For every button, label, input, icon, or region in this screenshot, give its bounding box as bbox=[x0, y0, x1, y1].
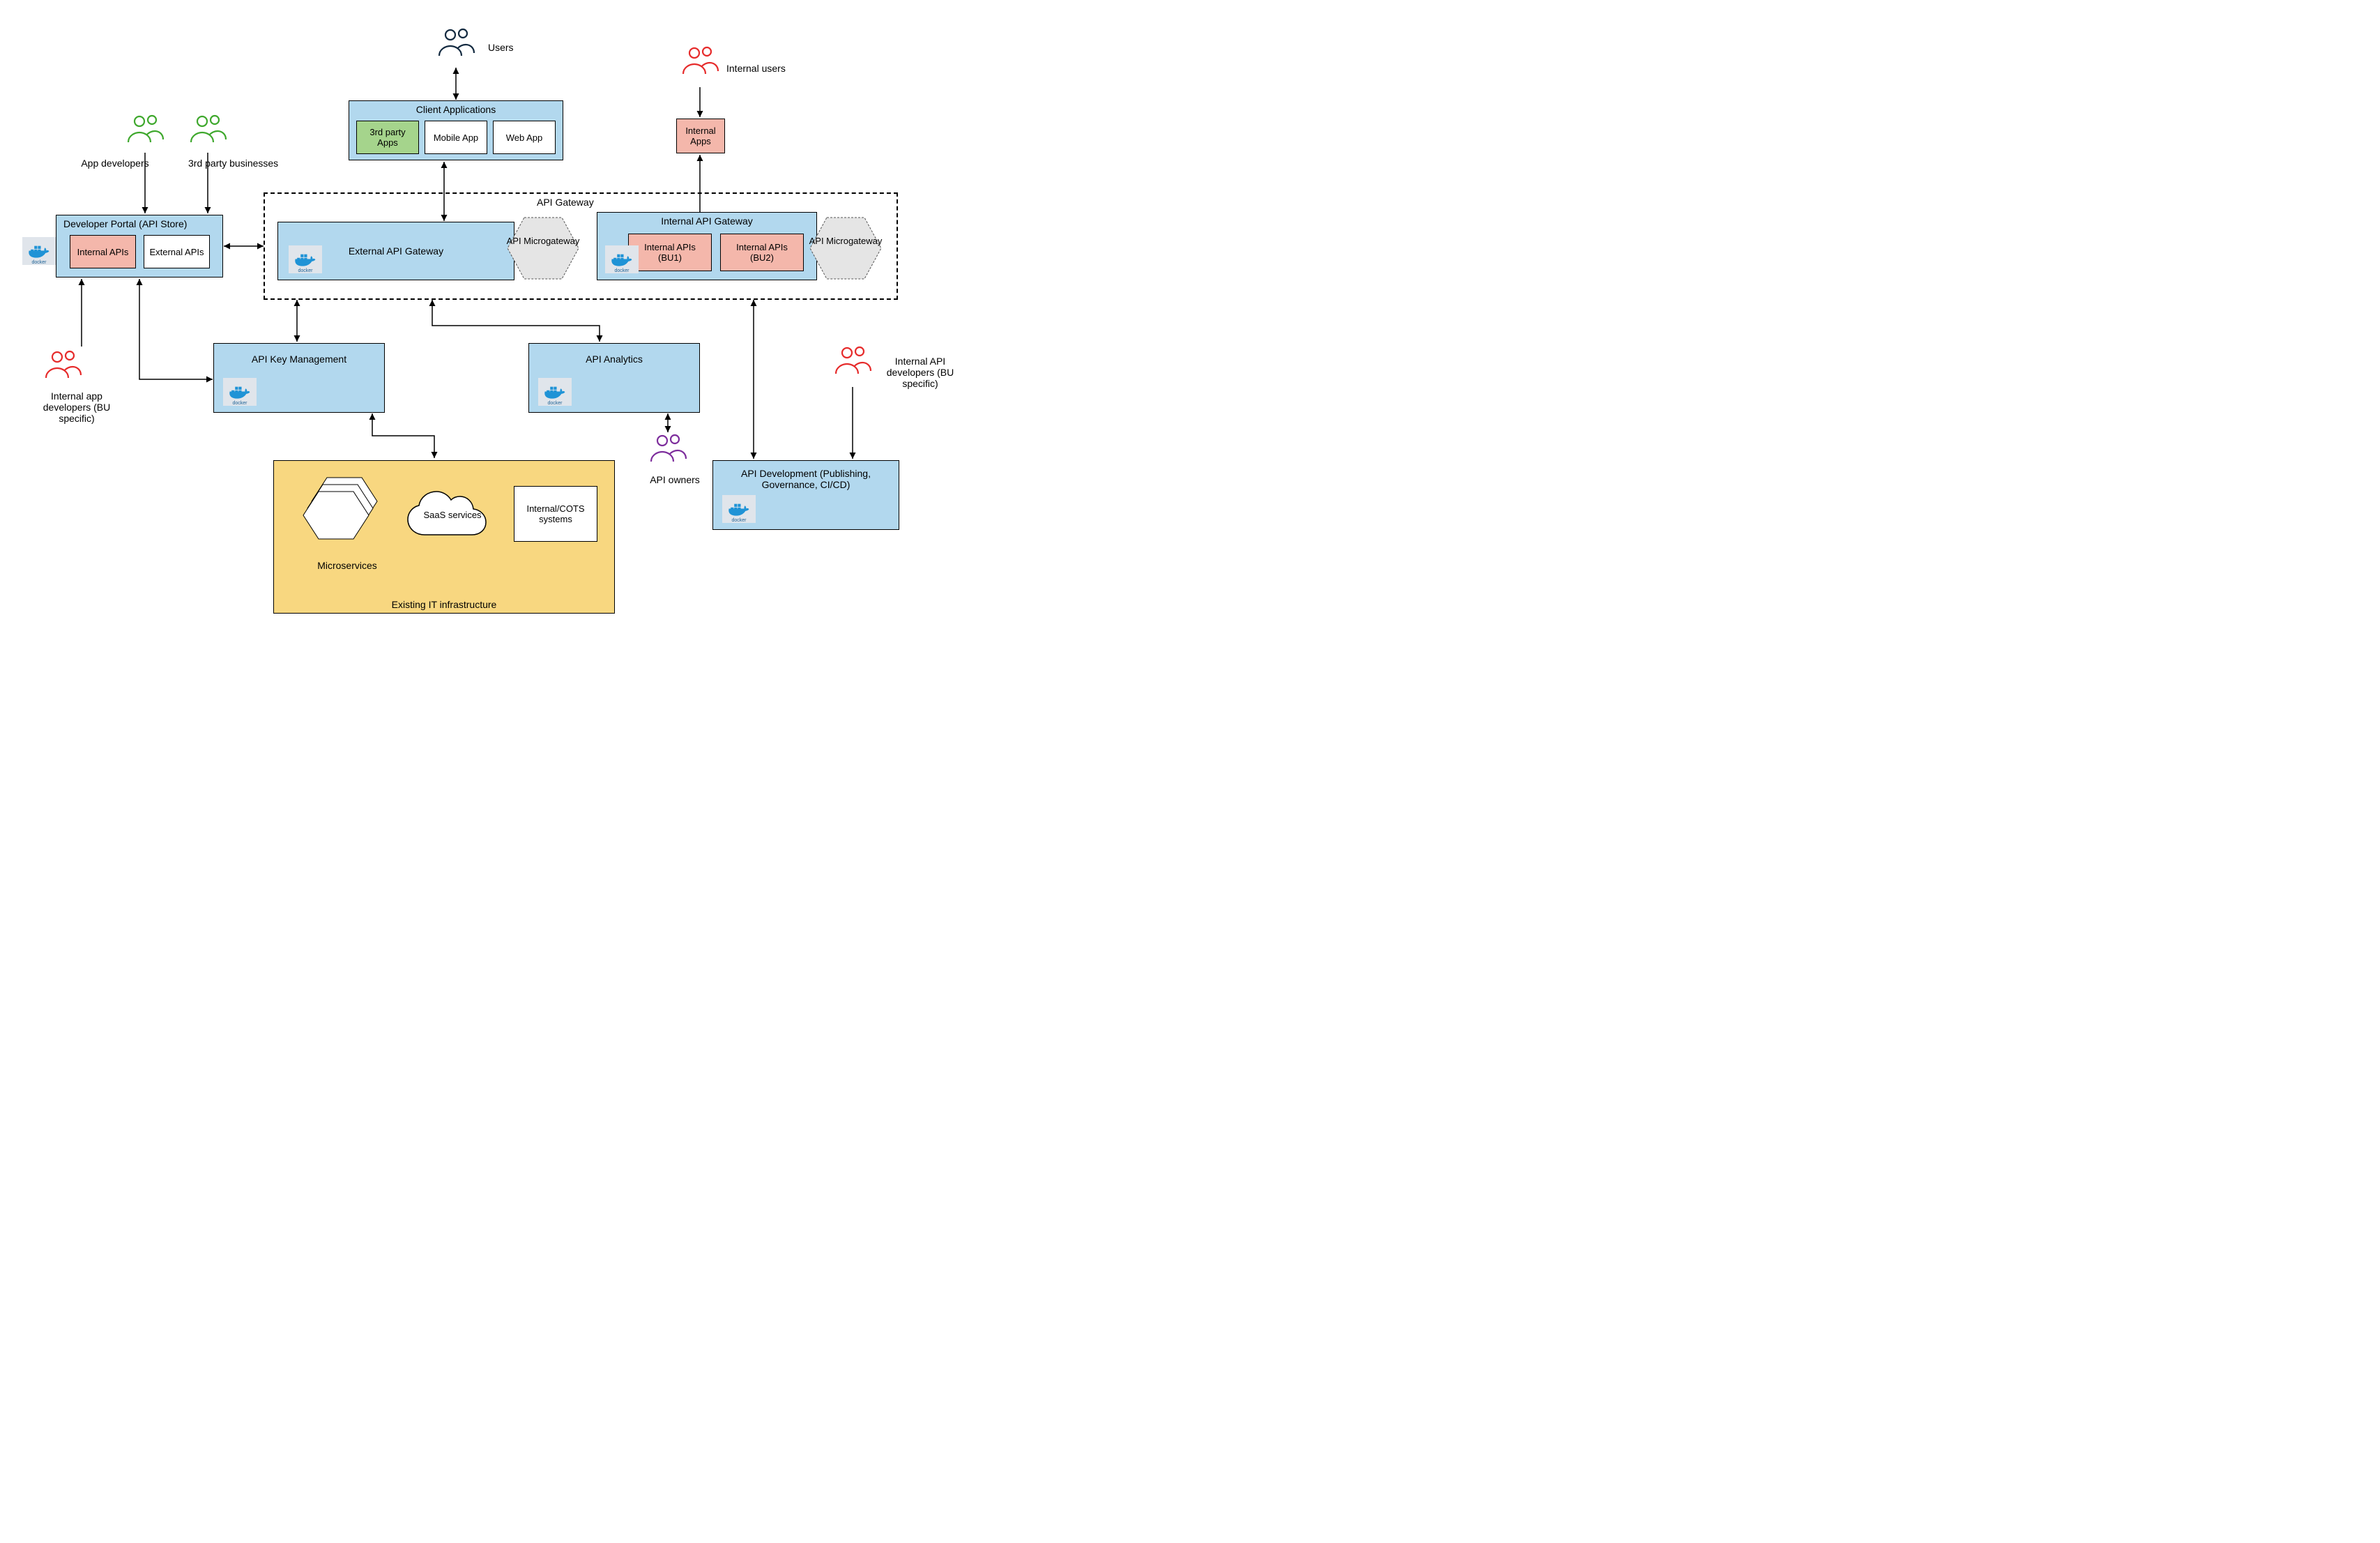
architecture-diagram: Users Internal users App developers 3rd … bbox=[0, 0, 1046, 678]
third-party-label: 3rd party businesses bbox=[188, 158, 278, 169]
docker-label: docker bbox=[232, 401, 247, 406]
docker-icon: docker bbox=[722, 495, 756, 523]
internal-app-devs-label: Internal app developers (BU specific) bbox=[35, 390, 119, 424]
external-apis: External APIs bbox=[144, 235, 210, 268]
third-party-icon bbox=[187, 113, 229, 146]
analytics-label: API Analytics bbox=[586, 354, 643, 365]
internal-apis: Internal APIs bbox=[70, 235, 136, 268]
internal-app-devs-icon bbox=[42, 349, 84, 382]
internal-apps: Internal Apps bbox=[676, 119, 725, 153]
client-applications-box: Client Applications 3rd party Apps Mobil… bbox=[349, 100, 563, 160]
developer-portal-box: Developer Portal (API Store) Internal AP… bbox=[56, 215, 223, 278]
docker-label: docker bbox=[614, 268, 629, 273]
internal-apis-bu2: Internal APIs (BU2) bbox=[720, 234, 804, 271]
internal-api-devs-icon bbox=[832, 344, 874, 378]
microservices-label: Microservices bbox=[309, 560, 386, 571]
key-mgmt-label: API Key Management bbox=[252, 354, 346, 365]
third-party-apps: 3rd party Apps bbox=[356, 121, 419, 154]
existing-infrastructure: Microservices SaaS services Internal/COT… bbox=[273, 460, 615, 614]
docker-label: docker bbox=[31, 260, 46, 265]
api-microgateway-2: API Microgateway bbox=[807, 215, 884, 282]
docker-icon: docker bbox=[289, 245, 322, 273]
api-dev-label: API Development (Publishing, Governance,… bbox=[723, 468, 889, 490]
microservices bbox=[295, 475, 386, 563]
internal-apis-bu1: Internal APIs (BU1) bbox=[628, 234, 712, 271]
client-apps-title: Client Applications bbox=[349, 101, 563, 118]
api-microgateway-1: API Microgateway bbox=[505, 215, 581, 282]
docker-label: docker bbox=[298, 268, 312, 273]
cots-systems: Internal/COTS systems bbox=[514, 486, 597, 542]
web-app: Web App bbox=[493, 121, 556, 154]
mobile-app: Mobile App bbox=[425, 121, 487, 154]
saas-cloud: SaaS services bbox=[404, 486, 501, 549]
saas-label: SaaS services bbox=[404, 510, 501, 520]
int-gateway-title: Internal API Gateway bbox=[597, 213, 816, 229]
microgateway-label: API Microgateway bbox=[807, 236, 884, 246]
api-gateway-title: API Gateway bbox=[537, 197, 594, 208]
infra-title: Existing IT infrastructure bbox=[274, 599, 614, 610]
api-owners-label: API owners bbox=[640, 474, 710, 485]
users-label: Users bbox=[488, 42, 514, 53]
docker-icon: docker bbox=[223, 378, 257, 406]
app-developers-label: App developers bbox=[56, 158, 174, 169]
users-icon bbox=[435, 26, 477, 60]
app-developers-icon bbox=[124, 113, 166, 146]
ext-gateway-label: External API Gateway bbox=[349, 245, 443, 257]
docker-icon: docker bbox=[605, 245, 639, 273]
microgateway-label: API Microgateway bbox=[505, 236, 581, 246]
dev-portal-title: Developer Portal (API Store) bbox=[56, 215, 222, 232]
docker-icon: docker bbox=[22, 237, 56, 265]
internal-users-icon bbox=[679, 45, 721, 78]
internal-api-devs-label: Internal API developers (BU specific) bbox=[878, 356, 962, 389]
docker-label: docker bbox=[547, 401, 562, 406]
api-owners-icon bbox=[647, 432, 689, 466]
docker-icon: docker bbox=[538, 378, 572, 406]
internal-users-label: Internal users bbox=[726, 63, 786, 74]
docker-label: docker bbox=[731, 518, 746, 523]
